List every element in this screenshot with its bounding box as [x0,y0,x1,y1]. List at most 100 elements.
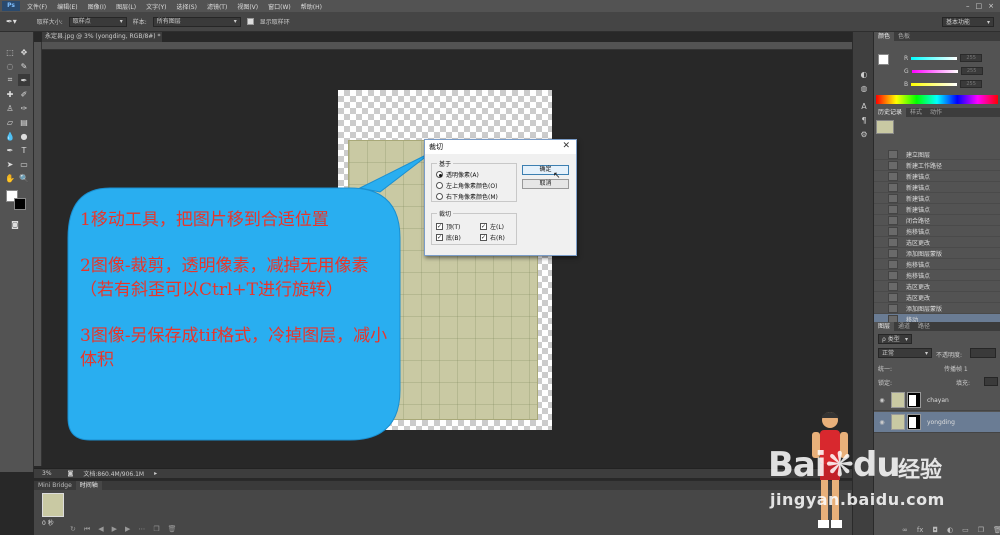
history-snapshot-thumb[interactable] [876,120,894,134]
history-item[interactable]: 新建锚点 [874,204,1000,215]
zoom-level[interactable]: 3% [42,470,52,477]
tab-actions[interactable]: 动作 [926,108,946,117]
first-frame-icon[interactable]: ⏮ [84,525,90,534]
history-item[interactable]: 新建锚点 [874,193,1000,204]
menu-view[interactable]: 视图(V) [232,2,263,11]
quick-select-tool-icon[interactable]: ✎ [18,60,30,72]
history-item[interactable]: 拖移锚点 [874,270,1000,281]
tab-timeline[interactable]: 时间轴 [75,481,102,490]
history-item[interactable]: 新建锚点 [874,182,1000,193]
eyedropper-tool-icon[interactable]: ✒ [18,74,30,86]
tab-layers[interactable]: 图层 [874,322,895,331]
paragraph-panel-icon[interactable]: ¶ [858,116,870,128]
history-item[interactable]: 选区更改 [874,292,1000,303]
background-color-swatch[interactable] [14,198,26,210]
menu-select[interactable]: 选择(S) [171,2,202,11]
history-panel-icon[interactable]: ◐ [858,70,870,82]
menu-layer[interactable]: 图层(L) [111,2,141,11]
radio-bottom-right-color[interactable]: 右下角像素颜色(M) [436,192,498,201]
path-select-tool-icon[interactable]: ➤ [4,158,16,170]
history-item[interactable]: 添加图层蒙版 [874,303,1000,314]
history-item[interactable]: 添加图层蒙版 [874,248,1000,259]
menu-edit[interactable]: 编辑(E) [52,2,82,11]
blue-slider[interactable]: B 255 [904,80,994,88]
tab-swatches[interactable]: 色板 [894,32,914,41]
layer-style-icon[interactable]: fx [917,526,924,534]
marquee-tool-icon[interactable]: ⬚ [4,46,16,58]
close-window-icon[interactable]: × [988,2,994,10]
hand-tool-icon[interactable]: ✋ [4,172,16,184]
check-top[interactable]: ✓ 顶(T) [436,222,460,231]
dodge-tool-icon[interactable]: ● [18,130,30,142]
eye-icon[interactable]: ◉ [877,397,887,404]
eraser-tool-icon[interactable]: ▱ [4,116,16,128]
fill-input[interactable] [984,377,998,386]
color-panel-icon[interactable]: ◍ [858,84,870,96]
sample-size-select[interactable]: 取样点 ▾ [68,16,127,27]
opacity-input[interactable] [970,348,996,358]
tab-channels[interactable]: 通道 [894,322,914,331]
play-icon[interactable]: ▶ [112,525,117,534]
pen-tool-icon[interactable]: ✒ [4,144,16,156]
menu-image[interactable]: 图像(I) [83,2,111,11]
tab-paths[interactable]: 路径 [914,322,934,331]
check-right[interactable]: ✓ 右(R) [480,233,505,242]
history-item[interactable]: 拖移锚点 [874,259,1000,270]
check-bottom[interactable]: ✓ 底(B) [436,233,461,242]
menu-help[interactable]: 帮助(H) [296,2,327,11]
minimize-icon[interactable]: – [966,2,970,10]
maximize-icon[interactable]: □ [976,2,983,10]
menu-type[interactable]: 文字(Y) [141,2,171,11]
layer-filter-select[interactable]: ρ 类型 ▾ [878,334,912,344]
color-spectrum-bar[interactable] [876,95,998,104]
menu-window[interactable]: 窗口(W) [263,2,296,11]
cancel-button[interactable]: 取消 [522,179,569,189]
type-tool-icon[interactable]: T [18,144,30,156]
character-panel-icon[interactable]: A [858,102,870,114]
quick-mask-icon[interactable]: ◙ [9,218,21,230]
propagate-frame-label[interactable]: 传播帧 1 [944,364,968,373]
blend-mode-select[interactable]: 正常 ▾ [878,348,932,358]
ok-button[interactable]: 确定 [522,165,569,175]
document-tab[interactable]: 永定县.jpg @ 3% (yongding, RGB/8#) * [42,32,162,42]
expand-arrow-icon[interactable]: ▸ [154,470,157,477]
layer-row-yongding[interactable]: ◉ yongding [874,412,1000,433]
prev-frame-icon[interactable]: ◀ [98,525,103,534]
adjustment-layer-icon[interactable]: ◐ [947,526,953,534]
history-item[interactable]: 拖移锚点 [874,226,1000,237]
menu-file[interactable]: 文件(F) [22,2,52,11]
tab-styles[interactable]: 样式 [906,108,926,117]
duplicate-frame-icon[interactable]: ❐ [153,525,159,534]
layer-mask-thumbnail[interactable] [907,392,921,408]
delete-frame-icon[interactable]: 🗑 [168,525,177,534]
stamp-tool-icon[interactable]: ♙ [4,102,16,114]
tab-history[interactable]: 历史记录 [874,108,907,117]
next-frame-icon[interactable]: ▶ [125,525,130,534]
tool-presets-icon[interactable]: ⚙ [858,130,870,142]
close-icon[interactable]: ✕ [562,141,570,151]
radio-top-left-color[interactable]: 左上角像素颜色(O) [436,181,497,190]
history-item[interactable]: 新建工作路径 [874,160,1000,171]
history-item[interactable]: 选区更改 [874,281,1000,292]
eye-icon[interactable]: ◉ [877,419,887,426]
layer-row-chayan[interactable]: ◉ chayan [874,390,1000,411]
blur-tool-icon[interactable]: 💧 [4,130,16,142]
link-layers-icon[interactable]: ∞ [902,526,908,534]
sample-select[interactable]: 所有图层 ▾ [152,16,241,27]
brush-tool-icon[interactable]: ✐ [18,88,30,100]
lasso-tool-icon[interactable]: ◌ [4,60,16,72]
tween-icon[interactable]: ⋯ [138,525,145,534]
gradient-tool-icon[interactable]: ▤ [18,116,30,128]
crop-tool-icon[interactable]: ⌗ [4,74,16,86]
frame-thumbnail[interactable] [42,493,64,517]
zoom-tool-icon[interactable]: 🔍 [18,172,30,184]
add-mask-icon[interactable]: ◘ [932,526,938,534]
new-layer-icon[interactable]: ❐ [978,526,984,534]
move-tool-icon[interactable]: ✥ [18,46,30,58]
history-item[interactable]: 新建锚点 [874,171,1000,182]
layer-mask-thumbnail[interactable] [907,414,921,430]
radio-transparent-pixels[interactable]: 透明像素(A) [436,170,479,179]
show-ring-checkbox[interactable] [246,18,254,25]
history-item[interactable]: 闭合路径 [874,215,1000,226]
frame-delay[interactable]: 0 秒 [42,518,54,527]
